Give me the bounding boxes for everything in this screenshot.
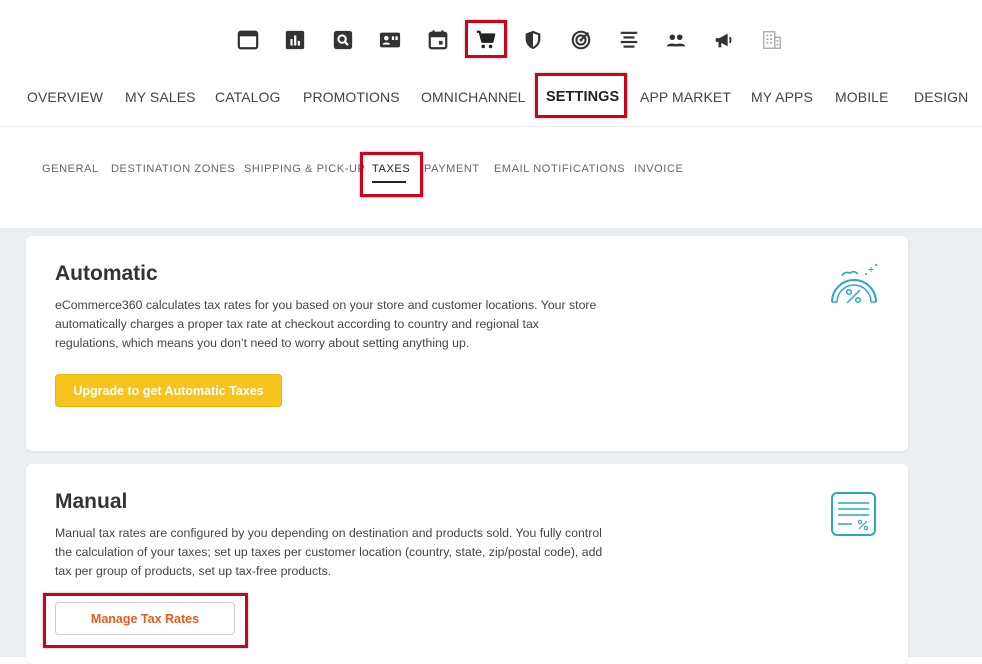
- subnav-taxes[interactable]: TAXES: [372, 163, 410, 175]
- search-box-icon[interactable]: [331, 28, 355, 52]
- nav-app-market[interactable]: APP MARKET: [640, 89, 731, 105]
- align-center-icon[interactable]: [617, 28, 641, 52]
- nav-overview[interactable]: OVERVIEW: [27, 89, 103, 105]
- automatic-title: Automatic: [55, 262, 158, 285]
- nav-design[interactable]: DESIGN: [914, 89, 968, 105]
- nav-catalog[interactable]: CATALOG: [215, 89, 281, 105]
- contact-card-icon[interactable]: [378, 28, 402, 52]
- people-icon[interactable]: [664, 28, 688, 52]
- subnav-invoice[interactable]: INVOICE: [634, 163, 683, 175]
- nav-promotions[interactable]: PROMOTIONS: [303, 89, 400, 105]
- megaphone-icon[interactable]: [712, 28, 736, 52]
- browser-window-icon[interactable]: [236, 28, 260, 52]
- shopping-cart-icon[interactable]: [474, 28, 498, 52]
- target-icon[interactable]: [569, 28, 593, 52]
- nav-my-sales[interactable]: MY SALES: [125, 89, 196, 105]
- automatic-description: eCommerce360 calculates tax rates for yo…: [55, 298, 597, 350]
- subnav-destination-zones[interactable]: DESTINATION ZONES: [111, 163, 235, 175]
- nav-omnichannel[interactable]: OMNICHANNEL: [421, 89, 526, 105]
- shield-icon[interactable]: [521, 28, 545, 52]
- percent-gauge-icon: [826, 262, 882, 310]
- active-tab-indicator: [372, 181, 406, 183]
- building-icon[interactable]: [760, 28, 784, 52]
- nav-my-apps[interactable]: MY APPS: [751, 89, 813, 105]
- tax-document-icon: [830, 490, 878, 538]
- manual-title: Manual: [55, 490, 128, 513]
- nav-mobile[interactable]: MOBILE: [835, 89, 889, 105]
- main-navigation: OVERVIEW MY SALES CATALOG PROMOTIONS OMN…: [0, 80, 982, 116]
- subnav-email-notifications[interactable]: EMAIL NOTIFICATIONS: [494, 163, 625, 175]
- manual-taxes-card: Manual Manual tax rates are configured b…: [26, 464, 908, 664]
- settings-subnav: GENERAL DESTINATION ZONES SHIPPING & PIC…: [0, 126, 982, 229]
- subnav-general[interactable]: GENERAL: [42, 163, 99, 175]
- bar-chart-icon[interactable]: [283, 28, 307, 52]
- subnav-payment[interactable]: PAYMENT: [424, 163, 480, 175]
- manual-description: Manual tax rates are configured by you d…: [55, 526, 603, 578]
- calendar-icon[interactable]: [426, 28, 450, 52]
- upgrade-automatic-taxes-button[interactable]: Upgrade to get Automatic Taxes: [55, 374, 282, 407]
- app-icon-bar: [0, 0, 982, 80]
- manage-tax-rates-button[interactable]: Manage Tax Rates: [55, 602, 235, 635]
- nav-settings[interactable]: SETTINGS: [546, 89, 619, 105]
- automatic-taxes-card: Automatic eCommerce360 calculates tax ra…: [26, 236, 908, 451]
- subnav-shipping-pickup[interactable]: SHIPPING & PICK-UP: [244, 163, 365, 175]
